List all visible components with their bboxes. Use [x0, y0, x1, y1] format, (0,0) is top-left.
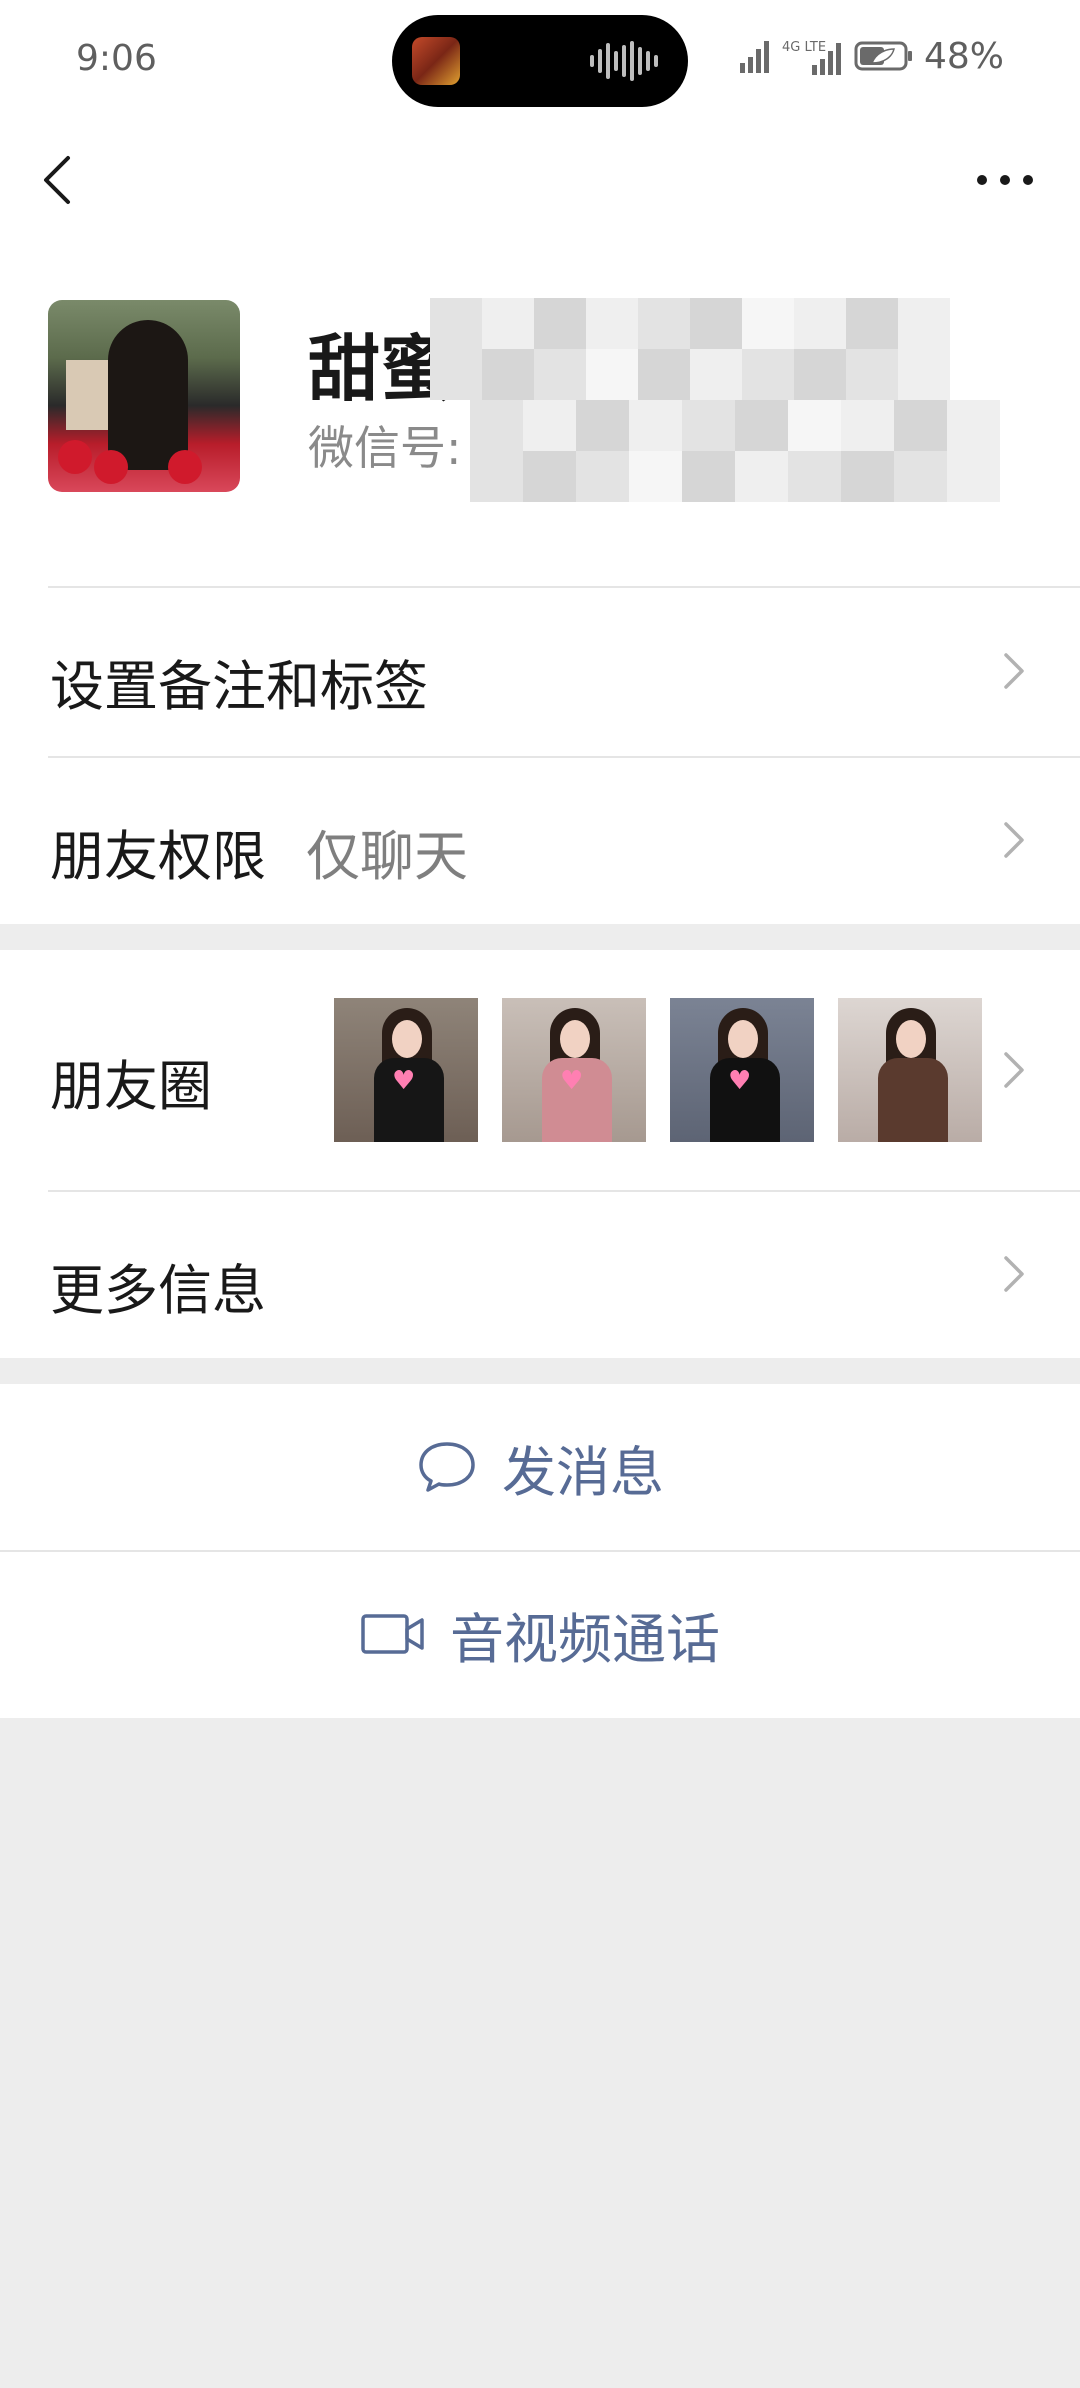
moments-thumbnail: ♥ [670, 998, 814, 1142]
divider [48, 1190, 1080, 1192]
app-icon [412, 37, 460, 85]
network-label: 4G LTE [782, 40, 826, 55]
battery-percent: 48% [923, 35, 1004, 77]
chevron-left-icon[interactable] [30, 150, 90, 210]
battery-icon [854, 41, 912, 71]
signal-4g-icon: 4G LTE [782, 40, 841, 75]
friend-permission-label: 朋友权限 [50, 825, 266, 888]
divider [48, 756, 1080, 758]
profile-header: 甜蜜蜜 微信号: [0, 240, 1080, 586]
chat-bubble-icon [419, 1442, 475, 1492]
divider [48, 586, 1080, 588]
wechat-id-label: 微信号: [308, 421, 462, 475]
dynamic-island[interactable] [392, 15, 688, 107]
more-info-label: 更多信息 [50, 1259, 266, 1322]
moments-thumbnail: ♥ [502, 998, 646, 1142]
friend-permission-row[interactable]: 朋友权限 仅聊天 [0, 756, 1080, 924]
top-nav-bar [0, 120, 1080, 240]
audio-wave-icon [590, 41, 658, 81]
status-bar: 9:06 4G LTE 48% [0, 0, 1080, 120]
privacy-mosaic [430, 298, 950, 400]
moments-thumbnails: ♥ ♥ ♥ ♥ [334, 998, 982, 1142]
moments-thumbnail: ♥ [334, 998, 478, 1142]
moments-label: 朋友圈 [50, 1055, 212, 1118]
send-message-label: 发消息 [502, 1440, 664, 1504]
contact-profile-page: 9:06 4G LTE 48% 甜蜜蜜 微信号: 设置备注和标签 朋友权限 仅聊… [0, 0, 1080, 2388]
chevron-right-icon [1004, 653, 1024, 689]
moments-row[interactable]: 朋友圈 ♥ ♥ ♥ ♥ [0, 950, 1080, 1190]
chevron-right-icon [1004, 1256, 1024, 1292]
remark-tags-row[interactable]: 设置备注和标签 [0, 586, 1080, 756]
status-indicators: 4G LTE 48% [738, 34, 1004, 78]
remark-tags-label: 设置备注和标签 [50, 655, 428, 718]
status-time: 9:06 [76, 38, 157, 79]
video-camera-icon [361, 1614, 424, 1654]
avatar[interactable] [48, 300, 240, 492]
more-info-row[interactable]: 更多信息 [0, 1190, 1080, 1358]
chevron-right-icon [1004, 1052, 1024, 1088]
chevron-right-icon [1004, 822, 1024, 858]
privacy-mosaic [470, 400, 1000, 502]
moments-thumbnail: ♥ [838, 998, 982, 1142]
signal-icon [739, 41, 769, 73]
send-message-button[interactable]: 发消息 [0, 1384, 1080, 1550]
video-call-button[interactable]: 音视频通话 [0, 1550, 1080, 1718]
friend-permission-value: 仅聊天 [306, 825, 468, 888]
more-dots-icon[interactable] [970, 150, 1040, 210]
video-call-label: 音视频通话 [450, 1607, 720, 1671]
